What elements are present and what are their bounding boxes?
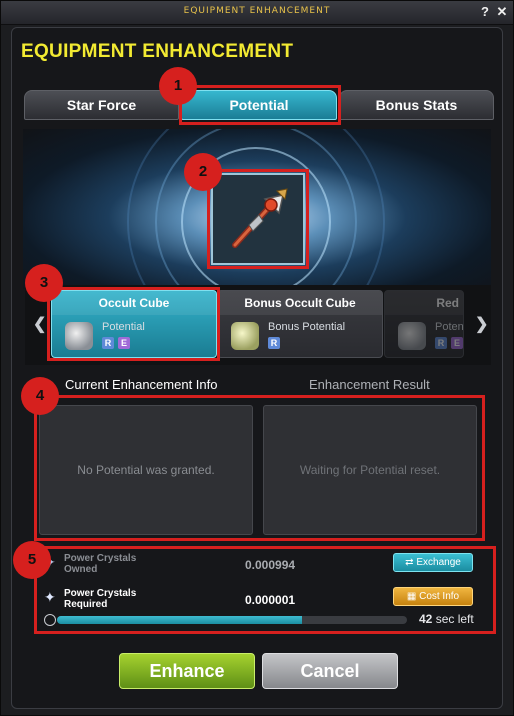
tab-star-force[interactable]: Star Force bbox=[24, 90, 179, 120]
callout-2: 2 bbox=[184, 153, 222, 191]
cube-card-bonus-occult[interactable]: Bonus Occult Cube Bonus Potential R bbox=[217, 290, 383, 358]
tab-bonus-stats[interactable]: Bonus Stats bbox=[339, 90, 494, 120]
help-button[interactable]: ? bbox=[478, 4, 492, 20]
title-bar[interactable]: EQUIPMENT ENHANCEMENT ? ✕ bbox=[1, 1, 513, 25]
callout-3: 3 bbox=[25, 264, 63, 302]
callout-5: 5 bbox=[13, 541, 51, 579]
annotation-box-3 bbox=[47, 287, 220, 361]
enhance-button[interactable]: Enhance bbox=[119, 653, 255, 689]
epic-badge: E bbox=[451, 337, 463, 349]
cube-name: Bonus Occult Cube bbox=[218, 291, 382, 315]
close-button[interactable]: ✕ bbox=[495, 4, 509, 20]
rare-badge: R bbox=[435, 337, 447, 349]
callout-1: 1 bbox=[159, 67, 197, 105]
cube-name: Red bbox=[385, 291, 463, 315]
cube-next-arrow[interactable]: ❯ bbox=[475, 314, 488, 334]
cancel-button[interactable]: Cancel bbox=[262, 653, 398, 689]
cube-type: Poten bbox=[435, 321, 464, 333]
annotation-box-1 bbox=[179, 85, 341, 125]
cube-card-red[interactable]: Red Poten R E bbox=[384, 290, 464, 358]
page-title: EQUIPMENT ENHANCEMENT bbox=[21, 41, 294, 62]
cube-icon bbox=[398, 322, 426, 350]
callout-4: 4 bbox=[21, 377, 59, 415]
cube-type: Bonus Potential bbox=[268, 321, 346, 333]
rare-badge: R bbox=[268, 337, 280, 349]
cube-prev-arrow[interactable]: ❮ bbox=[33, 314, 46, 334]
enhancement-window: EQUIPMENT ENHANCEMENT ? ✕ EQUIPMENT ENHA… bbox=[0, 0, 514, 716]
current-info-heading: Current Enhancement Info bbox=[65, 377, 218, 392]
annotation-box-4 bbox=[34, 395, 485, 541]
annotation-box-5 bbox=[34, 546, 496, 634]
window-title: EQUIPMENT ENHANCEMENT bbox=[183, 6, 331, 16]
result-heading: Enhancement Result bbox=[309, 377, 430, 392]
cube-icon bbox=[231, 322, 259, 350]
annotation-box-2 bbox=[207, 169, 309, 269]
